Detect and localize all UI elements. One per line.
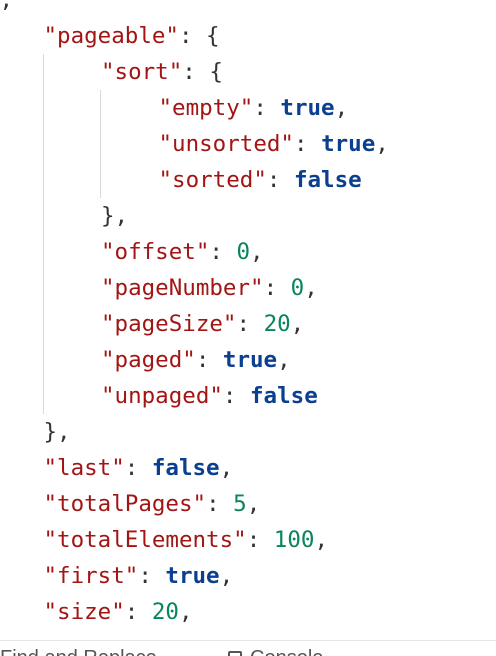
json-boolean: true xyxy=(165,563,220,589)
json-line: ], xyxy=(0,0,13,18)
json-line: "paged": true, xyxy=(101,342,291,378)
json-punctuation: , xyxy=(304,275,318,301)
json-punctuation: , xyxy=(246,491,261,517)
json-viewer: ],"pageable": {"sort": {"empty": true,"u… xyxy=(0,0,496,656)
json-key: "first" xyxy=(43,563,139,589)
json-number: 20 xyxy=(151,599,179,625)
checkbox-icon xyxy=(228,651,242,656)
json-punctuation: : { xyxy=(182,59,223,85)
json-punctuation: : xyxy=(253,95,281,121)
json-punctuation: : xyxy=(263,275,291,301)
json-number: 100 xyxy=(273,527,315,553)
json-boolean: false xyxy=(151,455,220,481)
json-key: "pageNumber" xyxy=(101,275,264,301)
json-key: "pageSize" xyxy=(101,311,237,337)
find-and-replace-tab[interactable]: Find and Replace xyxy=(0,647,157,656)
json-line: "sort": { xyxy=(101,54,223,90)
json-key: "paged" xyxy=(101,347,196,373)
indent-guide-pageable xyxy=(43,54,44,414)
json-punctuation: , xyxy=(334,95,349,121)
json-punctuation: ], xyxy=(0,0,14,13)
json-punctuation: : xyxy=(236,311,264,337)
json-line: }, xyxy=(44,414,71,450)
json-key: "empty" xyxy=(158,95,254,121)
json-line: "sorted": false xyxy=(159,162,362,198)
console-tab[interactable]: Console xyxy=(228,647,323,656)
indent-guide-sort xyxy=(100,90,101,198)
json-key: "totalPages" xyxy=(43,491,207,517)
json-punctuation: , xyxy=(250,239,264,265)
json-line: "size": 20, xyxy=(44,594,193,630)
json-punctuation: : xyxy=(124,599,152,625)
json-line: "totalElements": 100, xyxy=(44,522,328,558)
json-number: 20 xyxy=(263,311,291,337)
json-line: "unsorted": true, xyxy=(159,126,389,162)
json-punctuation: : xyxy=(246,527,274,553)
json-punctuation: : xyxy=(222,383,251,409)
json-punctuation: , xyxy=(219,455,234,481)
json-key: "last" xyxy=(43,455,125,481)
json-punctuation: , xyxy=(314,527,328,553)
json-boolean: false xyxy=(250,383,318,409)
json-key: "unpaged" xyxy=(101,383,223,409)
json-key: "sorted" xyxy=(158,167,267,193)
json-line: "last": false, xyxy=(44,450,234,486)
console-label: Console xyxy=(250,647,323,656)
json-line: "first": true, xyxy=(44,558,234,594)
json-number: 0 xyxy=(290,275,305,301)
json-boolean: false xyxy=(293,167,362,193)
json-punctuation: , xyxy=(178,599,193,625)
json-punctuation: : xyxy=(124,455,152,481)
json-punctuation: : xyxy=(206,491,234,517)
json-key: "totalElements" xyxy=(43,527,247,553)
json-boolean: true xyxy=(280,95,335,121)
json-punctuation: : xyxy=(266,167,294,193)
json-key: "offset" xyxy=(101,239,210,265)
json-line: "pageable": { xyxy=(44,18,220,54)
json-boolean: true xyxy=(321,131,376,157)
json-key: "unsorted" xyxy=(158,131,294,157)
json-punctuation: : xyxy=(293,131,322,157)
json-punctuation: : xyxy=(195,347,223,373)
json-number: 5 xyxy=(233,491,247,517)
json-line: "empty": true, xyxy=(159,90,349,126)
json-punctuation: : { xyxy=(178,23,220,49)
json-punctuation: , xyxy=(375,131,389,157)
json-punctuation: : xyxy=(138,563,166,589)
json-punctuation: }, xyxy=(43,419,71,445)
json-line: "unpaged": false xyxy=(101,378,318,414)
json-key: "sort" xyxy=(101,59,183,85)
json-line: "pageNumber": 0, xyxy=(101,270,318,306)
json-punctuation: , xyxy=(277,347,291,373)
json-line: "pageSize": 20, xyxy=(101,306,304,342)
json-punctuation: , xyxy=(290,311,305,337)
json-boolean: true xyxy=(222,347,278,373)
json-line: "totalPages": 5, xyxy=(44,486,261,522)
json-line: }, xyxy=(101,198,128,234)
json-punctuation: : xyxy=(209,239,237,265)
json-punctuation: , xyxy=(219,563,234,589)
json-punctuation: }, xyxy=(101,203,129,229)
json-line: "offset": 0, xyxy=(101,234,264,270)
json-key: "size" xyxy=(43,599,125,625)
json-key: "pageable" xyxy=(43,23,179,49)
bottom-panel-bar: Find and Replace Console xyxy=(0,640,496,656)
json-number: 0 xyxy=(236,239,251,265)
